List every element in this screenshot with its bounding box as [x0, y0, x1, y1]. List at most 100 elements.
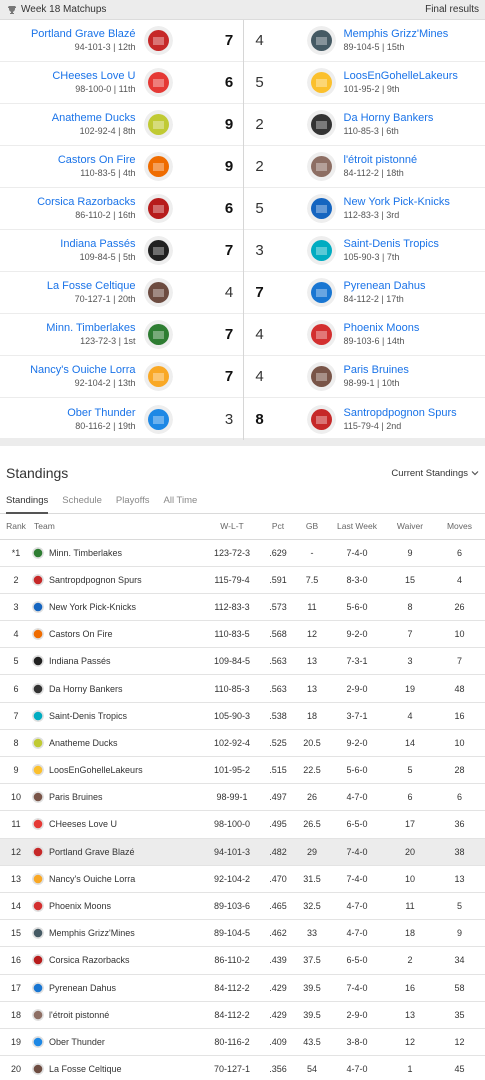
team-cell[interactable]: Da Horny Bankers [32, 674, 204, 703]
team-name-link[interactable]: Santropdpognon Spurs [344, 407, 457, 420]
team-cell[interactable]: Phoenix Moons [32, 892, 204, 921]
team-name-link[interactable]: Indiana Passés [60, 238, 135, 251]
team-name-link[interactable]: LoosEnGohelleLakeurs [344, 70, 458, 83]
team-name-link[interactable]: Da Horny Bankers [344, 112, 434, 125]
team-name-link[interactable]: CHeeses Love U [52, 70, 135, 83]
matchup-row: La Fosse Celtique 70-127-1 | 20th 4 7 Pyrene… [0, 272, 485, 314]
team-cell[interactable]: Nancy's Ouiche Lorra [32, 865, 204, 893]
standings-view-dropdown[interactable]: Current Standings [391, 468, 479, 479]
table-row[interactable]: 20 La Fosse Celtique 70-127-1.356 54 4-7-0 1 4… [0, 1055, 485, 1080]
cell-waiver: 17 [386, 810, 434, 839]
tab-standings[interactable]: Standings [6, 488, 49, 514]
matchup-home-team[interactable]: Minn. Timberlakes 123-72-3 | 1st 7 [0, 314, 243, 355]
team-cell[interactable]: Minn. Timberlakes [32, 539, 204, 567]
team-name-link[interactable]: l'étroit pistonné [344, 154, 418, 167]
team-name-link[interactable]: Paris Bruines [344, 364, 409, 377]
team-cell[interactable]: CHeeses Love U [32, 810, 204, 839]
standings-header-row: Rank Team W-L-T Pct GB Last Week Waiver … [0, 514, 485, 540]
matchup-home-team[interactable]: Anatheme Ducks 102-92-4 | 8th 9 [0, 104, 243, 145]
team-name-link[interactable]: Saint-Denis Tropics [344, 238, 439, 251]
team-cell[interactable]: Indiana Passés [32, 647, 204, 676]
team-name-link[interactable]: New York Pick-Knicks [344, 196, 450, 209]
matchup-away-team[interactable]: 5 New York Pick-Knicks 112-83-3 | 3rd [243, 188, 485, 229]
matchup-home-team[interactable]: Indiana Passés 109-84-5 | 5th 7 [0, 230, 243, 271]
team-cell[interactable]: New York Pick-Knicks [32, 593, 204, 622]
team-logo-icon [143, 26, 173, 55]
table-row[interactable]: 10 Paris Bruines 98-99-1.497 26 4-7-0 6 6 [0, 783, 485, 812]
matchup-away-team[interactable]: 4 Phoenix Moons 89-103-6 | 14th [243, 314, 485, 355]
matchup-away-team[interactable]: 7 Pyrenean Dahus 84-112-2 | 17th [243, 272, 485, 313]
cell-pct: .515 [260, 756, 296, 785]
team-cell[interactable]: Castors On Fire [32, 620, 204, 649]
matchup-home-team[interactable]: Nancy's Ouiche Lorra 92-104-2 | 13th 7 [0, 356, 243, 397]
table-row[interactable]: 18 l'étroit pistonné 84-112-2.429 39.5 2-9-0… [0, 1001, 485, 1029]
matchup-home-team[interactable]: La Fosse Celtique 70-127-1 | 20th 4 [0, 272, 243, 313]
matchup-home-team[interactable]: Ober Thunder 80-116-2 | 19th 3 [0, 398, 243, 440]
cell-waiver: 19 [386, 674, 434, 703]
table-row[interactable]: 12 Portland Grave Blazé 94-101-3.482 29 7-4-… [0, 838, 485, 866]
team-score: 9 [224, 158, 234, 175]
team-cell-content: Indiana Passés [32, 655, 204, 668]
table-row[interactable]: 15 Memphis Grizz'Mines 89-104-5.462 33 4-7-0… [0, 919, 485, 948]
cell-wlt: 105-90-3 [204, 702, 260, 730]
table-row[interactable]: 7 Saint-Denis Tropics 105-90-3.538 18 3-7-1 4… [0, 702, 485, 730]
team-name-link[interactable]: Nancy's Ouiche Lorra [30, 364, 135, 377]
team-record: 84-112-2 | 17th [343, 294, 404, 304]
team-cell[interactable]: Anatheme Ducks [32, 729, 204, 758]
team-cell[interactable]: Portland Grave Blazé [32, 838, 204, 866]
matchup-home-team[interactable]: Portland Grave Blazé 94-101-3 | 12th 7 [0, 20, 243, 61]
team-cell[interactable]: Santropdpognon Spurs [32, 566, 204, 594]
team-cell[interactable]: Ober Thunder [32, 1028, 204, 1057]
team-name-link[interactable]: Ober Thunder [67, 407, 135, 420]
tab-schedule[interactable]: Schedule [62, 488, 102, 514]
team-cell[interactable]: Pyrenean Dahus [32, 974, 204, 1002]
team-score: 5 [255, 200, 264, 217]
team-cell[interactable]: La Fosse Celtique [32, 1055, 204, 1080]
table-row[interactable]: 5 Indiana Passés 109-84-5.563 13 7-3-1 3 7 [0, 647, 485, 676]
team-score: 7 [224, 32, 234, 49]
team-name-link[interactable]: Corsica Razorbacks [37, 196, 135, 209]
tab-all-time[interactable]: All Time [164, 488, 198, 514]
table-row[interactable]: *1 Minn. Timberlakes 123-72-3.629-7-4-0 9 6 [0, 539, 485, 567]
team-name-link[interactable]: Castors On Fire [58, 154, 136, 167]
team-name-link[interactable]: Phoenix Moons [344, 322, 420, 335]
matchup-away-team[interactable]: 4 Paris Bruines 98-99-1 | 10th [243, 356, 485, 397]
table-row[interactable]: 8 Anatheme Ducks 102-92-4.525 20.5 9-2-0 14 10 [0, 729, 485, 758]
team-name-link[interactable]: Portland Grave Blazé [31, 28, 136, 41]
team-cell[interactable]: Memphis Grizz'Mines [32, 919, 204, 948]
matchup-away-team[interactable]: 4 Memphis Grizz'Mines 89-104-5 | 15th [243, 20, 485, 61]
table-row[interactable]: 19 Ober Thunder 80-116-2.409 43.5 3-8-0 12 12 [0, 1028, 485, 1057]
matchup-away-team[interactable]: 2 l'étroit pistonné 84-112-2 | 18th [243, 146, 485, 187]
table-row[interactable]: 3 New York Pick-Knicks 112-83-3.573 11 5-6-0… [0, 593, 485, 622]
matchup-away-team[interactable]: 3 Saint-Denis Tropics 105-90-3 | 7th [243, 230, 485, 271]
team-name-link[interactable]: Memphis Grizz'Mines [344, 28, 449, 41]
team-name-link[interactable]: Minn. Timberlakes [46, 322, 135, 335]
tab-playoffs[interactable]: Playoffs [116, 488, 150, 514]
table-row[interactable]: 6 Da Horny Bankers 110-85-3.563 13 2-9-0 19 48 [0, 674, 485, 703]
table-row[interactable]: 16 Corsica Razorbacks 86-110-2.439 37.5 6-5-… [0, 946, 485, 975]
team-name-link[interactable]: Pyrenean Dahus [344, 280, 426, 293]
table-row[interactable]: 17 Pyrenean Dahus 84-112-2.429 39.5 7-4-0 16 5… [0, 974, 485, 1002]
team-cell[interactable]: Saint-Denis Tropics [32, 702, 204, 730]
cell-last: 2-9-0 [328, 674, 386, 703]
table-row[interactable]: 9 LoosEnGohelleLakeurs 101-95-2.515 22.5 5-6… [0, 756, 485, 785]
team-name-link[interactable]: Anatheme Ducks [52, 112, 136, 125]
team-name-link[interactable]: La Fosse Celtique [47, 280, 136, 293]
team-logo-icon [306, 26, 336, 55]
matchup-home-team[interactable]: Castors On Fire 110-83-5 | 4th 9 [0, 146, 243, 187]
table-row[interactable]: 4 Castors On Fire 110-83-5.568 12 9-2-0 7 10 [0, 620, 485, 649]
team-cell[interactable]: Paris Bruines [32, 783, 204, 812]
table-row[interactable]: 11 CHeeses Love U 98-100-0.495 26.5 6-5-0 17 3… [0, 810, 485, 839]
matchup-home-team[interactable]: Corsica Razorbacks 86-110-2 | 16th 6 [0, 188, 243, 229]
team-cell[interactable]: l'étroit pistonné [32, 1001, 204, 1029]
team-cell[interactable]: Corsica Razorbacks [32, 946, 204, 975]
table-row[interactable]: 14 Phoenix Moons 89-103-6.465 32.5 4-7-0 11 5 [0, 892, 485, 921]
matchup-home-team[interactable]: CHeeses Love U 98-100-0 | 11th 6 [0, 62, 243, 103]
matchup-away-team[interactable]: 5 LoosEnGohelleLakeurs 101-95-2 | 9th [243, 62, 485, 103]
team-cell[interactable]: LoosEnGohelleLakeurs [32, 756, 204, 785]
table-row[interactable]: 13 Nancy's Ouiche Lorra 92-104-2.470 31.5 7-… [0, 865, 485, 893]
table-row[interactable]: 2 Santropdpognon Spurs 115-79-4.591 7.5 8-3-… [0, 566, 485, 594]
cell-moves: 10 [434, 729, 485, 758]
matchup-away-team[interactable]: 8 Santropdpognon Spurs 115-79-4 | 2nd [243, 398, 485, 440]
matchup-away-team[interactable]: 2 Da Horny Bankers 110-85-3 | 6th [243, 104, 485, 145]
